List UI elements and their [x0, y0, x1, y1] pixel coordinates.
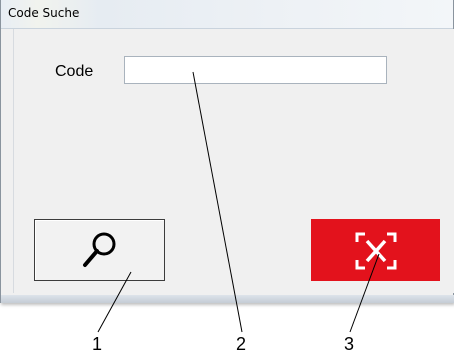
- code-search-dialog: Code Suche Code: [0, 0, 454, 303]
- magnifier-icon: [83, 232, 116, 267]
- cancel-button[interactable]: [311, 219, 440, 281]
- callout-number-2: 2: [236, 334, 247, 354]
- title-bar[interactable]: Code Suche: [1, 0, 453, 29]
- cancel-x-icon: [355, 232, 397, 270]
- window-bottom-edge: [1, 295, 454, 303]
- window-title: Code Suche: [8, 6, 80, 20]
- search-button[interactable]: [34, 219, 165, 281]
- code-label: Code: [55, 63, 94, 80]
- code-input[interactable]: [124, 56, 387, 84]
- callout-number-3: 3: [344, 334, 355, 354]
- callout-number-1: 1: [92, 334, 103, 354]
